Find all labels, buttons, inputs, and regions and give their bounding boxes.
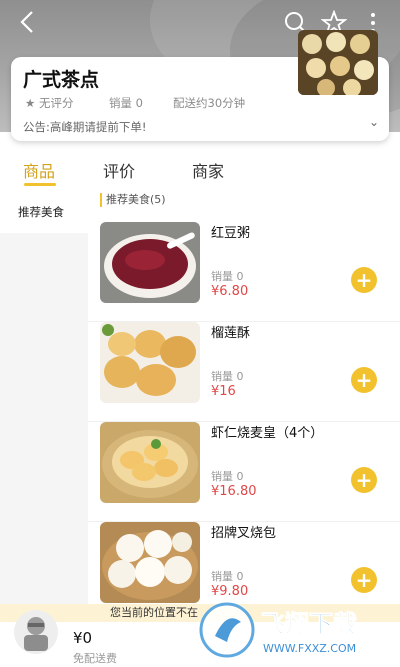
delivery-time: 配送约30分钟 [173, 96, 246, 110]
plus-icon: + [355, 568, 373, 592]
tab-merchant[interactable]: 商家 [192, 158, 224, 182]
product-sales: 销量 0 [211, 470, 244, 483]
add-to-cart-button[interactable]: + [351, 267, 377, 293]
add-to-cart-button[interactable]: + [351, 367, 377, 393]
rating-text: 无评分 [38, 96, 74, 110]
category-sidebar: 推荐美食 [0, 193, 88, 667]
cart-total: ¥0 [73, 629, 93, 647]
back-arrow-icon[interactable] [14, 6, 44, 38]
product-image[interactable] [100, 322, 200, 403]
product-image[interactable] [100, 222, 200, 303]
plus-icon: + [355, 468, 373, 492]
product-name: 招牌叉烧包 [211, 526, 277, 541]
product-image[interactable] [100, 422, 200, 503]
active-tab-indicator [24, 183, 56, 186]
product-sales: 销量 0 [211, 370, 244, 383]
delivery-fee: 免配送费 [73, 652, 117, 665]
product-sales: 销量 0 [211, 270, 244, 283]
add-to-cart-button[interactable]: + [351, 567, 377, 593]
product-price: ¥16 [211, 384, 236, 399]
product-item[interactable]: 虾仁烧麦皇（4个） 销量 0 ¥16.80 + [88, 422, 400, 522]
site-watermark: 飞翔下载 WWW.FXXZ.COM [197, 596, 397, 664]
sidebar-item-recommended[interactable]: 推荐美食 [0, 193, 88, 233]
store-name: 广式茶点 [23, 69, 100, 91]
store-notice: 公告:高峰期请提前下单! [23, 120, 147, 134]
chevron-down-icon[interactable]: ⌄ [369, 115, 379, 129]
product-price: ¥6.80 [211, 284, 249, 299]
cart-icon[interactable] [12, 608, 60, 658]
plus-icon: + [355, 368, 373, 392]
product-item[interactable]: 红豆粥 销量 0 ¥6.80 + [88, 222, 400, 322]
star-small-icon: ★ [25, 96, 36, 110]
product-name: 榴莲酥 [211, 326, 251, 341]
tab-goods[interactable]: 商品 [23, 158, 55, 182]
plus-icon: + [355, 268, 373, 292]
store-logo-image [298, 30, 378, 95]
watermark-brand: 飞翔下载 [261, 610, 357, 638]
product-sales: 销量 0 [211, 570, 244, 583]
watermark-url: WWW.FXXZ.COM [263, 642, 356, 655]
tab-reviews[interactable]: 评价 [103, 158, 135, 182]
product-item[interactable]: 榴莲酥 销量 0 ¥16 + [88, 322, 400, 422]
add-to-cart-button[interactable]: + [351, 467, 377, 493]
product-image[interactable] [100, 522, 200, 603]
product-price: ¥16.80 [211, 484, 257, 499]
section-title: 推荐美食(5) [100, 193, 166, 207]
store-sales: 销量 0 [109, 96, 143, 110]
product-name: 虾仁烧麦皇（4个） [211, 426, 324, 441]
product-name: 红豆粥 [211, 226, 251, 241]
store-rating: ★ 无评分 [25, 95, 73, 111]
